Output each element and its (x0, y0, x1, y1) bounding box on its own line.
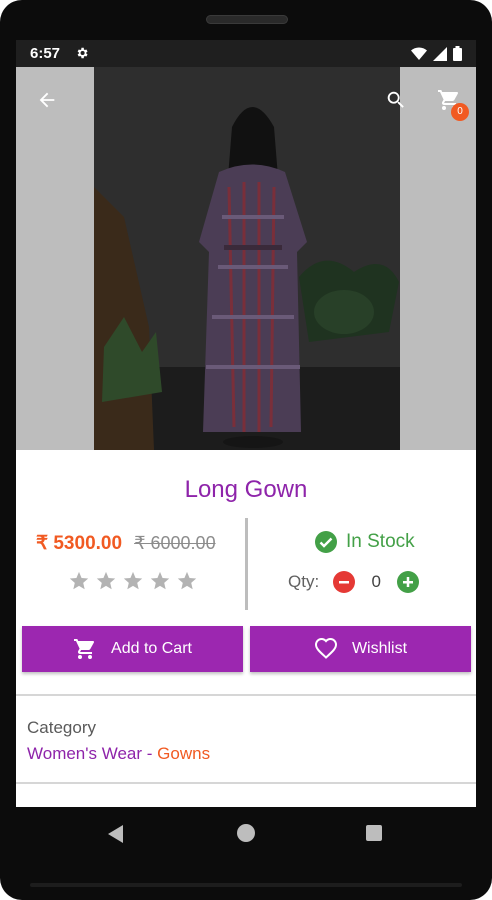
category-path: Women's Wear - Gowns (27, 744, 210, 764)
star-icon[interactable] (122, 570, 144, 592)
price-row: ₹ 5300.00 ₹ 6000.00 (36, 532, 216, 555)
category-separator: - (142, 744, 158, 763)
product-photo-graphic (94, 67, 400, 450)
stock-status-text: In Stock (346, 531, 415, 552)
speaker-grille (206, 15, 288, 24)
phone-frame: 6:57 0 Long Gown ₹ 5300.00 ₹ 6000.00 In … (0, 0, 492, 900)
category-label: Category (27, 718, 96, 737)
battery-icon (453, 46, 462, 61)
add-to-cart-button[interactable]: Add to Cart (22, 626, 243, 672)
decrease-qty-button[interactable] (333, 571, 356, 593)
app-screen: 6:57 0 Long Gown ₹ 5300.00 ₹ 6000.00 In … (16, 40, 476, 807)
increase-qty-button[interactable] (397, 571, 420, 593)
back-button[interactable] (30, 83, 64, 117)
status-bar: 6:57 (16, 40, 476, 67)
star-icon[interactable] (95, 570, 117, 592)
star-icon[interactable] (176, 570, 198, 592)
star-icon[interactable] (68, 570, 90, 592)
original-price: ₹ 6000.00 (134, 533, 216, 553)
stock-status: In Stock (314, 530, 415, 554)
wifi-icon (411, 46, 427, 60)
product-details: Long Gown ₹ 5300.00 ₹ 6000.00 In Stock Q… (16, 450, 476, 807)
settings-icon (77, 47, 88, 59)
qty-label: Qty: (288, 572, 320, 591)
nav-back-icon[interactable] (108, 825, 124, 843)
signal-icon (433, 46, 447, 61)
stock-section: In Stock Qty: 0 (248, 520, 476, 620)
nav-home-icon[interactable] (237, 824, 255, 842)
wishlist-button[interactable]: Wishlist (250, 626, 471, 672)
section-divider (16, 694, 476, 696)
heart-icon (314, 637, 337, 659)
current-price: ₹ 5300.00 (36, 533, 123, 554)
minus-icon (339, 581, 350, 584)
rating-stars[interactable] (68, 570, 198, 592)
plus-icon (403, 577, 414, 587)
wishlist-label: Wishlist (351, 640, 408, 657)
cart-icon (74, 639, 95, 659)
section-divider (16, 782, 476, 784)
device-bottom-edge (30, 883, 462, 887)
check-circle-icon (315, 531, 337, 553)
product-photo[interactable] (94, 67, 400, 450)
product-image-area: 0 (16, 67, 476, 450)
status-icons (411, 46, 462, 61)
qty-value: 0 (371, 572, 381, 591)
star-icon[interactable] (149, 570, 171, 592)
category-main-link[interactable]: Women's Wear (27, 744, 142, 763)
search-button[interactable] (379, 83, 413, 117)
system-nav-bar (0, 807, 492, 863)
category-sub-link[interactable]: Gowns (157, 744, 210, 763)
status-time: 6:57 (30, 45, 61, 62)
quantity-stepper: Qty: 0 (288, 571, 420, 593)
add-to-cart-label: Add to Cart (111, 640, 192, 657)
price-section: ₹ 5300.00 ₹ 6000.00 (16, 520, 245, 620)
search-icon (387, 91, 404, 108)
product-title: Long Gown (184, 476, 308, 503)
cart-count-badge: 0 (451, 103, 469, 121)
back-arrow-icon (39, 92, 55, 108)
nav-recents-icon[interactable] (366, 825, 382, 841)
